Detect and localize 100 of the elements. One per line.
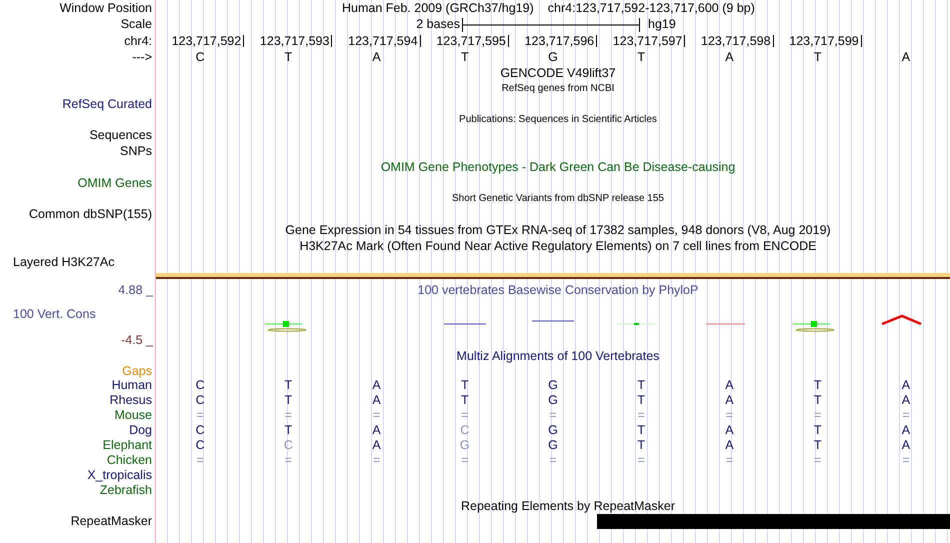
- base-letter: T: [637, 50, 646, 64]
- aligned-base: T: [637, 394, 646, 407]
- aligned-base: T: [284, 394, 292, 407]
- aligned-base: =: [638, 454, 645, 467]
- aligned-base: G: [548, 394, 558, 407]
- scale-assembly: hg19: [648, 18, 676, 31]
- scale-ruler-icon: [462, 18, 640, 32]
- aligned-base: A: [372, 394, 381, 407]
- aligned-base: C: [196, 424, 205, 437]
- scale-span: 2 bases: [415, 18, 461, 31]
- base-letter: G: [548, 50, 558, 64]
- aligned-base: =: [902, 409, 910, 422]
- aligned-base: =: [372, 454, 380, 467]
- aligned-base: A: [725, 424, 734, 437]
- species-label: X_tropicalis: [87, 469, 152, 482]
- aligned-base: T: [637, 379, 646, 392]
- aligned-base: T: [284, 424, 292, 437]
- track-title: Gene Expression in 54 tissues from GTEx RNA-seq of 17382 samples, 948 donors (V8, Aug 2019): [285, 224, 831, 236]
- track-label[interactable]: 100 Vert. Cons: [13, 308, 96, 320]
- track-caption: Publications: Sequences in Scientific Articles: [459, 114, 657, 124]
- track-title: GENCODE V49lift37: [500, 66, 616, 80]
- track-title: H3K27Ac Mark (Often Found Near Active Regulatory Elements) on 7 cell lines from ENCODE: [300, 240, 816, 252]
- axis-max-label: 4.88 _: [118, 284, 153, 296]
- species-label: Dog: [129, 424, 152, 437]
- aligned-base: T: [814, 439, 822, 452]
- track-caption: RefSeq genes from NCBI: [502, 84, 614, 94]
- aligned-base: C: [460, 424, 470, 437]
- coordinate-tick: 123,717,598: [701, 34, 774, 48]
- coordinate-tick: 123,717,593: [260, 34, 332, 48]
- track-label[interactable]: RepeatMasker: [70, 515, 152, 528]
- aligned-base: A: [372, 379, 381, 392]
- coordinate-tick: 123,717,594: [348, 34, 421, 48]
- track-title: OMIM Gene Phenotypes - Dark Green Can Be Disease-causing: [380, 160, 736, 174]
- aligned-base: =: [814, 409, 822, 422]
- coordinate-tick: 123,717,599: [789, 34, 862, 48]
- base-letter: A: [725, 50, 734, 64]
- aligned-base: =: [549, 454, 557, 467]
- aligned-base: A: [372, 424, 381, 437]
- aligned-base: G: [548, 439, 558, 452]
- row-label: Window Position: [60, 2, 152, 14]
- aligned-base: A: [902, 394, 910, 407]
- row-label: chr4:: [124, 34, 152, 48]
- base-letter: A: [902, 50, 910, 64]
- track-label[interactable]: Layered H3K27Ac: [13, 256, 114, 268]
- track-label[interactable]: SNPs: [120, 144, 152, 158]
- axis-min-label: -4.5 _: [121, 334, 153, 346]
- track-title: 100 vertebrates Basewise Conservation by PhyloP: [418, 284, 698, 296]
- aligned-base: G: [548, 424, 558, 437]
- track-label[interactable]: Common dbSNP(155): [29, 208, 152, 220]
- track-title: Multiz Alignments of 100 Vertebrates: [456, 350, 660, 362]
- aligned-base: A: [372, 439, 381, 452]
- aligned-base: =: [726, 409, 734, 422]
- species-label: Mouse: [114, 409, 152, 422]
- aligned-base: =: [196, 409, 204, 422]
- base-letter: T: [460, 50, 469, 64]
- aligned-base: A: [902, 424, 910, 437]
- aligned-base: A: [725, 439, 734, 452]
- base-letter: C: [196, 50, 205, 64]
- aligned-base: =: [461, 409, 468, 422]
- aligned-base: C: [196, 379, 205, 392]
- aligned-base: A: [725, 394, 734, 407]
- assembly-name: Human Feb. 2009 (GRCh37/hg19): [342, 2, 534, 14]
- aligned-base: T: [284, 379, 292, 392]
- aligned-base: T: [637, 424, 646, 437]
- aligned-base: =: [461, 454, 468, 467]
- aligned-base: =: [284, 409, 292, 422]
- aligned-base: =: [902, 454, 910, 467]
- track-label[interactable]: RefSeq Curated: [62, 98, 152, 110]
- aligned-base: =: [814, 454, 822, 467]
- aligned-base: A: [902, 439, 910, 452]
- aligned-base: =: [196, 454, 204, 467]
- track-label[interactable]: OMIM Genes: [78, 176, 152, 190]
- species-label: Chicken: [106, 454, 152, 467]
- track-label[interactable]: Sequences: [89, 128, 152, 142]
- species-label: Human: [112, 379, 152, 392]
- aligned-base: T: [814, 424, 822, 437]
- aligned-base: T: [814, 394, 822, 407]
- track-title: Repeating Elements by RepeatMasker: [460, 500, 675, 512]
- coordinate-tick: 123,717,592: [172, 34, 244, 48]
- aligned-base: C: [196, 394, 205, 407]
- coordinate-tick: 123,717,595: [436, 34, 509, 48]
- aligned-base: C: [284, 439, 293, 452]
- aligned-base: T: [814, 379, 822, 392]
- aligned-base: =: [372, 409, 380, 422]
- aligned-base: T: [460, 379, 469, 392]
- species-label: Zebrafish: [100, 484, 152, 497]
- aligned-base: A: [902, 379, 910, 392]
- base-letter: T: [814, 50, 822, 64]
- species-label: Rhesus: [110, 394, 152, 407]
- coordinate-tick: 123,717,597: [612, 34, 686, 48]
- aligned-base: G: [460, 439, 470, 452]
- aligned-base: A: [725, 379, 734, 392]
- position-range: chr4:123,717,592-123,717,600 (9 bp): [548, 2, 755, 14]
- aligned-base: C: [196, 439, 205, 452]
- aligned-base: =: [549, 409, 557, 422]
- species-label: Elephant: [102, 439, 152, 452]
- aligned-base: T: [460, 394, 469, 407]
- aligned-base: T: [637, 439, 646, 452]
- aligned-base: G: [548, 379, 558, 392]
- aligned-base: =: [638, 409, 645, 422]
